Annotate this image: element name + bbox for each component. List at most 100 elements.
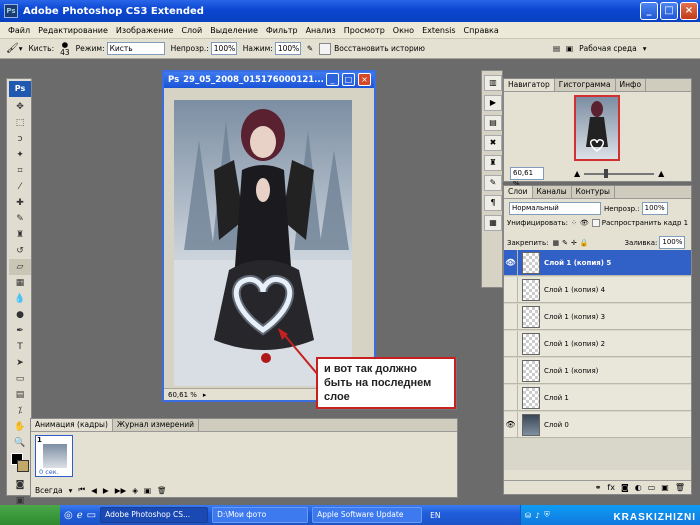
menu-analysis[interactable]: Анализ [302, 26, 340, 35]
layer-row[interactable]: 👁 Слой 0 [504, 411, 691, 438]
crop-tool-icon[interactable]: ⌗ [9, 163, 31, 179]
palette-well-icon[interactable]: ▤ [553, 44, 560, 53]
mode-select[interactable]: Кисть [106, 42, 165, 55]
link-layers-icon[interactable]: ⚭ [595, 483, 602, 492]
menu-filter[interactable]: Фильтр [262, 26, 302, 35]
delete-layer-icon[interactable]: 🗑 [675, 483, 685, 492]
tab-navigator[interactable]: Навигатор [504, 79, 555, 91]
layer-mask-icon[interactable]: ◙ [621, 483, 629, 492]
new-group-icon[interactable]: ▭ [648, 483, 656, 492]
visibility-toggle[interactable] [504, 330, 518, 357]
maximize-button[interactable]: □ [660, 2, 678, 20]
menu-window[interactable]: Окно [389, 26, 418, 35]
visibility-eye-icon[interactable]: 👁 [504, 411, 518, 438]
layer-row[interactable]: Слой 1 [504, 384, 691, 411]
workspace-label[interactable]: Рабочая среда [579, 44, 637, 53]
fill-input[interactable]: 100% [659, 236, 686, 249]
info-panel-icon[interactable]: ▦ [484, 215, 502, 231]
tab-animation-frames[interactable]: Анимация (кадры) [31, 419, 113, 431]
play-icon[interactable]: ▶ [103, 486, 109, 495]
tab-measurement-log[interactable]: Журнал измерений [113, 419, 200, 431]
zoom-out-icon[interactable]: ▲ [574, 169, 580, 178]
shape-tool-icon[interactable]: ▭ [9, 371, 31, 387]
lock-transparent-icon[interactable]: ▦ [552, 239, 559, 247]
blur-tool-icon[interactable]: 💧 [9, 291, 31, 307]
visibility-toggle[interactable] [504, 384, 518, 411]
lasso-tool-icon[interactable]: ↄ [9, 131, 31, 147]
visibility-toggle[interactable] [504, 303, 518, 330]
new-layer-icon[interactable]: ▣ [661, 483, 669, 492]
loop-dropdown-icon[interactable]: ▾ [69, 486, 73, 495]
type-tool-icon[interactable]: T [9, 339, 31, 355]
quicklaunch-ie-icon[interactable]: ℯ [77, 510, 83, 521]
tween-icon[interactable]: ◈ [132, 486, 138, 495]
image-canvas[interactable] [174, 100, 352, 386]
tray-security-icon[interactable]: ⛨ [544, 510, 550, 520]
zoom-in-icon[interactable]: ▲ [658, 169, 664, 178]
delete-frame-icon[interactable]: 🗑 [157, 486, 167, 495]
document-maximize-button[interactable]: □ [342, 73, 355, 86]
hand-tool-icon[interactable]: ✋ [9, 419, 31, 435]
visibility-toggle[interactable] [504, 357, 518, 384]
notes-tool-icon[interactable]: ▤ [9, 387, 31, 403]
tray-network-icon[interactable]: ⛁ [525, 511, 531, 520]
loop-select[interactable]: Всегда [35, 486, 63, 495]
document-window[interactable]: Ps 29_05_2008_015176000121... _ □ × 60,6… [162, 70, 376, 402]
workspace-dropdown-icon[interactable]: ▾ [643, 44, 647, 53]
unify-visibility-icon[interactable]: 👁 [580, 219, 589, 227]
layer-row[interactable]: Слой 1 (копия) 4 [504, 276, 691, 303]
layer-row[interactable]: 👁 Слой 1 (копия) 5 [504, 249, 691, 276]
layer-comps-icon[interactable]: ▤ [484, 115, 502, 131]
menu-edit[interactable]: Редактирование [34, 26, 112, 35]
next-frame-icon[interactable]: ▶▶ [115, 486, 127, 495]
opacity-input[interactable]: 100% [210, 42, 237, 55]
actions-panel-icon[interactable]: ▶ [484, 95, 502, 111]
clone-stamp-tool-icon[interactable]: ♜ [9, 227, 31, 243]
bridge-icon[interactable]: ▣ [566, 44, 573, 53]
adjustment-layer-icon[interactable]: ◐ [635, 483, 642, 492]
layer-style-icon[interactable]: fx [607, 483, 615, 492]
brush-picker[interactable]: ● 43 [60, 40, 70, 57]
layer-row[interactable]: Слой 1 (копия) 2 [504, 330, 691, 357]
propagate-checkbox[interactable] [591, 219, 600, 227]
restore-history-checkbox[interactable] [319, 42, 332, 55]
brush-tool-icon[interactable]: ✎ [9, 211, 31, 227]
document-close-button[interactable]: × [358, 73, 371, 86]
frame-delay[interactable]: 0 сек. [39, 468, 59, 476]
layer-row[interactable]: Слой 1 (копия) [504, 357, 691, 384]
quicklaunch-desktop-icon[interactable]: ▭ [87, 510, 96, 521]
move-tool-icon[interactable]: ✥ [9, 99, 31, 115]
tool-presets-icon[interactable]: ✖ [484, 135, 502, 151]
duplicate-frame-icon[interactable]: ▣ [144, 486, 151, 495]
taskbar-item-photoshop[interactable]: Adobe Photoshop CS... [100, 507, 209, 523]
history-panel-icon[interactable]: ▥ [484, 75, 502, 91]
taskbar-item-apple-update[interactable]: Apple Software Update [312, 507, 423, 523]
magic-wand-tool-icon[interactable]: ✦ [9, 147, 31, 163]
tab-paths[interactable]: Контуры [572, 186, 615, 198]
lock-position-icon[interactable]: ✛ [571, 239, 577, 247]
pen-tool-icon[interactable]: ✒ [9, 323, 31, 339]
zoom-slider[interactable] [584, 168, 655, 178]
zoom-tool-icon[interactable]: 🔍 [9, 435, 31, 451]
prev-frame-icon[interactable]: ◀ [91, 486, 97, 495]
blend-mode-select[interactable]: Нормальный [509, 202, 601, 215]
navigator-zoom-input[interactable]: 60,61 % [510, 167, 544, 188]
path-selection-tool-icon[interactable]: ➤ [9, 355, 31, 371]
menu-layer[interactable]: Слой [177, 26, 206, 35]
background-color[interactable] [17, 460, 29, 472]
tray-volume-icon[interactable]: ♪ [535, 511, 540, 520]
paragraph-panel-icon[interactable]: ¶ [484, 195, 502, 211]
quick-mask-icon[interactable]: ◙ [9, 477, 31, 493]
healing-tool-icon[interactable]: ✚ [9, 195, 31, 211]
history-brush-tool-icon[interactable]: ↺ [9, 243, 31, 259]
visibility-toggle[interactable] [504, 276, 518, 303]
animation-frame[interactable]: 1 0 сек. [35, 435, 73, 477]
tab-histogram[interactable]: Гистограмма [555, 79, 616, 91]
layer-opacity-input[interactable]: 100% [641, 202, 668, 215]
navigator-thumbnail[interactable] [574, 95, 620, 161]
lock-all-icon[interactable]: 🔒 [580, 239, 589, 247]
quicklaunch-opera-icon[interactable]: ◎ [64, 510, 73, 521]
clone-source-icon[interactable]: ♜ [484, 155, 502, 171]
first-frame-icon[interactable]: ⏮ [78, 485, 85, 495]
menu-image[interactable]: Изображение [112, 26, 178, 35]
